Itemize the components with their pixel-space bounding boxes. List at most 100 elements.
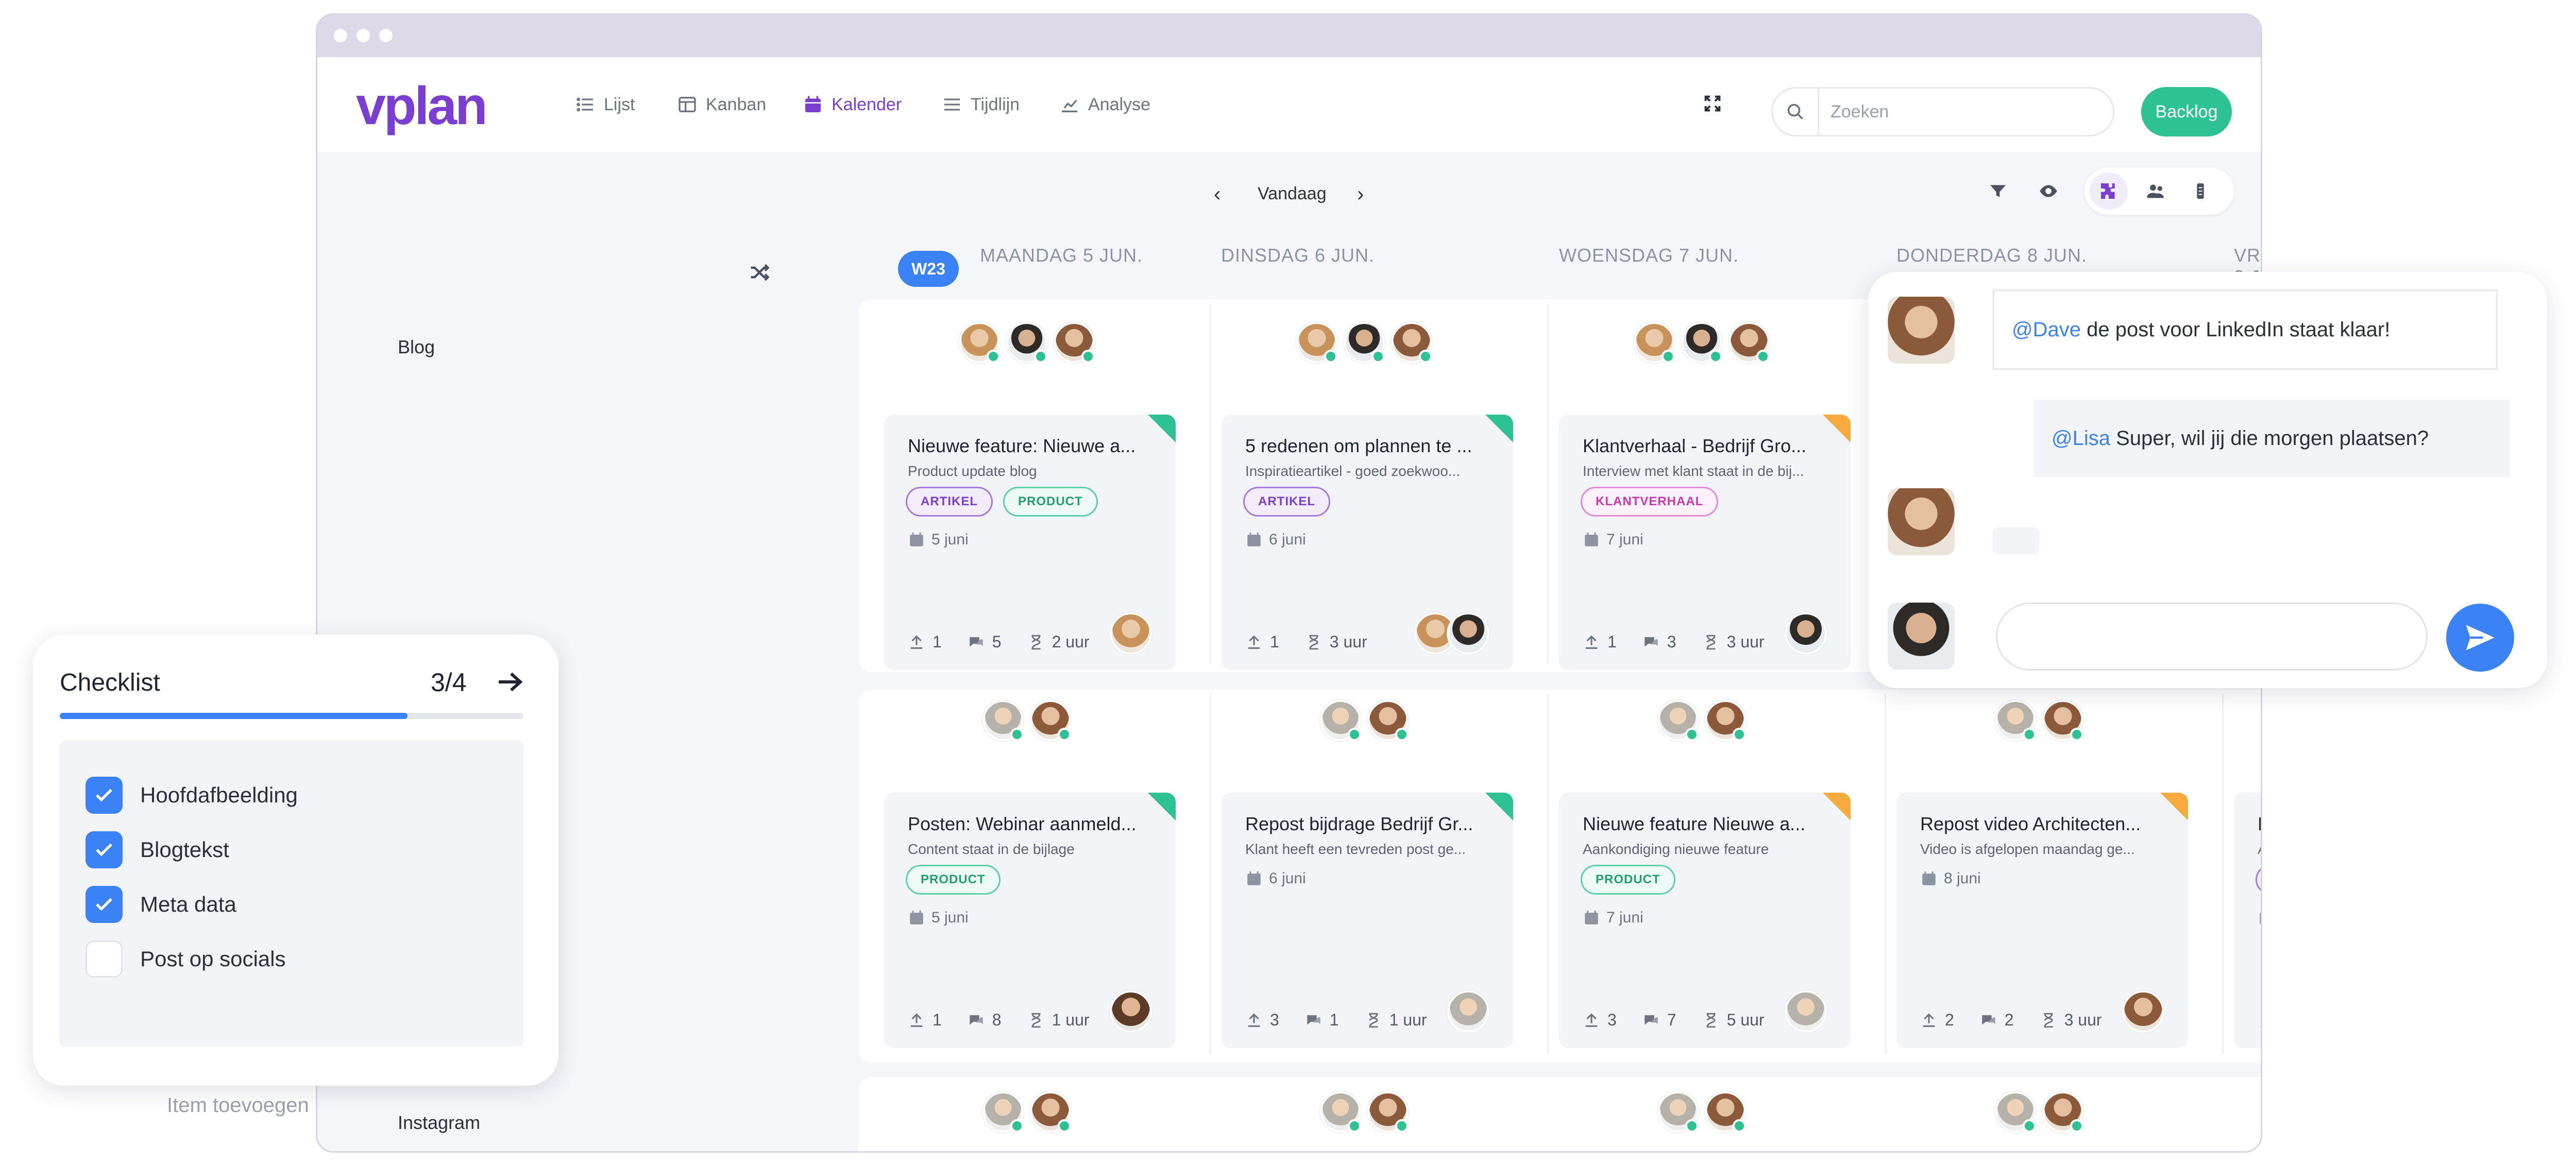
card-subtitle: Artikel is dinsdag gepubliceerd [2258, 841, 2261, 858]
card-assignees[interactable] [1447, 990, 1489, 1033]
task-card[interactable]: Repost video Architecten... Video is afge… [1896, 793, 2188, 1048]
nav-kanban[interactable]: Kanban [677, 94, 766, 115]
checklist-item[interactable]: Post op socials [86, 940, 285, 978]
day-header: DINSDAG 6 JUN. [1221, 245, 1375, 266]
checklist-progress [60, 713, 523, 719]
backlog-button[interactable]: Backlog [2141, 87, 2232, 136]
prev-week-arrow[interactable]: ‹ [1214, 183, 1221, 206]
task-card[interactable]: Posten: 5 redenen om pla... Artikel is di… [2234, 793, 2261, 1048]
card-assignees[interactable] [1785, 612, 1827, 655]
online-status [1662, 350, 1675, 363]
assignee-avatars[interactable] [1657, 700, 1746, 741]
checklist-item-label: Hoofdafbeelding [140, 783, 298, 807]
checkbox-checked[interactable] [86, 831, 123, 868]
search-input[interactable] [1819, 101, 2097, 122]
add-item-input[interactable]: Item toevoegen [167, 1094, 309, 1117]
checkbox-unchecked[interactable] [86, 940, 123, 978]
assignee-avatars[interactable] [1634, 322, 1770, 363]
checklist-item[interactable]: Hoofdafbeelding [86, 777, 298, 814]
checkbox-checked[interactable] [86, 777, 123, 814]
mention[interactable]: @Lisa [2052, 427, 2110, 450]
online-status [2023, 1119, 2036, 1133]
time-estimate: 1 uur [1389, 1011, 1427, 1029]
nav-lijst[interactable]: Lijst [575, 94, 635, 115]
checklist-progress-fill [60, 713, 408, 719]
assignee-avatars[interactable] [1320, 700, 1409, 741]
avatar [1110, 990, 1152, 1033]
upload-icon [1248, 1013, 1260, 1027]
card-subtitle: Aankondiging nieuwe feature [1583, 841, 1769, 857]
card-tags: PRODUCT [1581, 865, 1675, 895]
shuffle-icon[interactable] [748, 261, 771, 284]
task-card[interactable]: Nieuwe feature: Nieuwe a... Product updat… [884, 415, 1176, 670]
users-icon[interactable] [2145, 181, 2166, 201]
checklist-item[interactable]: Blogtekst [86, 831, 229, 868]
card-date: 5 juni [908, 531, 969, 549]
assignee-avatars[interactable] [1995, 1091, 2083, 1133]
avatar [1030, 700, 1071, 741]
checklist-item[interactable]: Meta data [86, 886, 236, 923]
chat-input[interactable] [1996, 603, 2428, 671]
arrow-right-icon[interactable] [497, 671, 523, 693]
fullscreen-icon[interactable] [1702, 93, 1723, 114]
next-week-arrow[interactable]: › [1357, 183, 1364, 206]
tag-badge[interactable]: ARTIKEL [906, 487, 993, 517]
nav-label: Kalender [832, 94, 902, 114]
tag-badge[interactable]: PRODUCT [1581, 865, 1675, 895]
filter-icon[interactable] [1988, 181, 2008, 201]
card-assignees[interactable] [1110, 612, 1152, 655]
comments-icon [1645, 637, 1658, 646]
card-assignees[interactable] [1110, 990, 1152, 1033]
tag-badge[interactable]: PRODUCT [906, 865, 1001, 895]
card-assignees[interactable] [1414, 612, 1489, 655]
assignee-avatars[interactable] [959, 322, 1095, 363]
assignee-avatars[interactable] [1995, 700, 2083, 741]
task-card[interactable]: Posten: Webinar aanmeld... Content staat … [884, 793, 1176, 1048]
tag-badge[interactable]: PRODUCT [1003, 487, 1098, 517]
search-bar[interactable] [1771, 87, 2114, 136]
eye-icon[interactable] [2038, 181, 2059, 201]
task-card[interactable]: Repost bijdrage Bedrijf Gr... Klant heeft… [1222, 793, 1513, 1048]
online-status [1348, 1119, 1361, 1133]
assignee-avatars[interactable] [982, 1091, 1071, 1133]
tag-badge[interactable]: KLANTVERHAAL [1581, 487, 1719, 517]
priority-flag [1148, 793, 1176, 820]
checklist-count: 3/4 [431, 668, 467, 697]
today-button[interactable]: Vandaag [1258, 184, 1327, 204]
avatar [1728, 322, 1770, 363]
checklist-item-label: Meta data [140, 892, 236, 916]
assignee-avatars[interactable] [1320, 1091, 1409, 1133]
card-stats: 2 2 3 uur [1920, 1011, 2102, 1030]
task-card[interactable]: Klantverhaal - Bedrijf Gro... Interview m… [1559, 415, 1851, 670]
card-assignees[interactable] [2122, 990, 2164, 1033]
task-card[interactable]: Nieuwe feature Nieuwe a... Aankondiging n… [1559, 793, 1851, 1048]
checkbox-checked[interactable] [86, 886, 123, 923]
tag-badge[interactable]: ARTIKEL [2256, 865, 2261, 895]
tag-badge[interactable]: ARTIKEL [1243, 487, 1330, 517]
vplan-logo[interactable]: vplan [356, 73, 488, 140]
assignee-avatars[interactable] [982, 700, 1071, 741]
card-date-text: 8 juni [1944, 870, 1981, 887]
card-subtitle: Video is afgelopen maandag ge... [1920, 841, 2135, 857]
card-subtitle: Product update blog [908, 463, 1037, 479]
priority-flag [1148, 415, 1176, 442]
nav-label: Analyse [1088, 94, 1150, 114]
task-card[interactable]: 5 redenen om plannen te ... Inspiratieart… [1222, 415, 1513, 670]
puzzle-icon[interactable] [2098, 181, 2119, 201]
assignee-avatars[interactable] [1657, 1091, 1746, 1133]
nav-kalender[interactable]: Kalender [803, 94, 902, 115]
time-estimate: 2 uur [1052, 632, 1090, 651]
online-status [1709, 350, 1722, 363]
nav-label: Lijst [604, 94, 635, 114]
send-button[interactable] [2446, 604, 2514, 672]
card-assignees[interactable] [1785, 990, 1827, 1033]
device-icon[interactable] [2190, 181, 2211, 201]
nav-analyse[interactable]: Analyse [1059, 94, 1150, 115]
nav-label: Tijdlijn [971, 94, 1020, 114]
card-subtitle: Content staat in de bijlage [908, 841, 1075, 857]
assignee-avatars[interactable] [1296, 322, 1432, 363]
mention[interactable]: @Dave [2012, 318, 2081, 341]
week-badge[interactable]: W23 [898, 251, 959, 287]
search-icon [1773, 89, 1819, 135]
nav-tijdlijn[interactable]: Tijdlijn [942, 94, 1020, 115]
